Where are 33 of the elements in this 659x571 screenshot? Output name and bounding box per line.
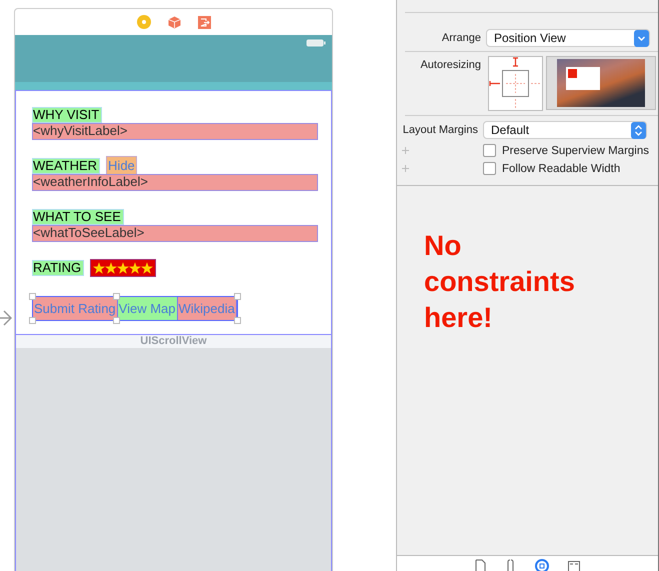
layout-margins-dropdown[interactable]: Default xyxy=(483,121,647,139)
autoresizing-mask-drawing[interactable] xyxy=(488,56,543,111)
section-title: WEATHER xyxy=(32,158,100,174)
option-checkbox[interactable]: Follow Readable Width xyxy=(483,162,620,175)
value-label: <weatherInfoLabel> xyxy=(32,174,318,191)
star-icon xyxy=(129,262,142,274)
star-icon xyxy=(105,262,118,274)
exit-icon[interactable] xyxy=(198,16,210,28)
value-label: <whatToSeeLabel> xyxy=(32,225,318,242)
layout-margins-label: Layout Margins xyxy=(402,124,478,136)
rating-title: RATING xyxy=(32,260,84,276)
option-checkbox[interactable]: Preserve Superview Margins xyxy=(483,144,650,157)
file-icon[interactable] xyxy=(475,559,486,571)
segue-arrow-icon xyxy=(0,308,12,328)
chevron-down-icon xyxy=(634,30,649,46)
arrange-label: Arrange xyxy=(440,32,481,44)
annotation-text: No constraints here! xyxy=(424,229,576,335)
star-icon xyxy=(141,262,154,274)
section-title: WHY VISIT xyxy=(32,106,102,122)
scroll-view-label: UIScrollView xyxy=(140,335,207,348)
value-label: <whyVisitLabel> xyxy=(32,123,318,140)
section-title: WHAT TO SEE xyxy=(32,208,124,224)
braces-icon[interactable] xyxy=(505,559,516,571)
cube-icon[interactable] xyxy=(168,16,180,28)
arrange-dropdown[interactable]: Position View xyxy=(486,29,650,47)
star-icon xyxy=(93,262,106,274)
autoresizing-label: Autoresizing xyxy=(419,58,481,71)
list-icon[interactable] xyxy=(568,559,580,571)
battery-icon xyxy=(306,39,326,47)
stepper-arrows-icon xyxy=(631,122,646,138)
star-icon xyxy=(117,262,130,274)
object-icon[interactable] xyxy=(535,559,549,571)
rating-stars[interactable] xyxy=(93,262,154,274)
